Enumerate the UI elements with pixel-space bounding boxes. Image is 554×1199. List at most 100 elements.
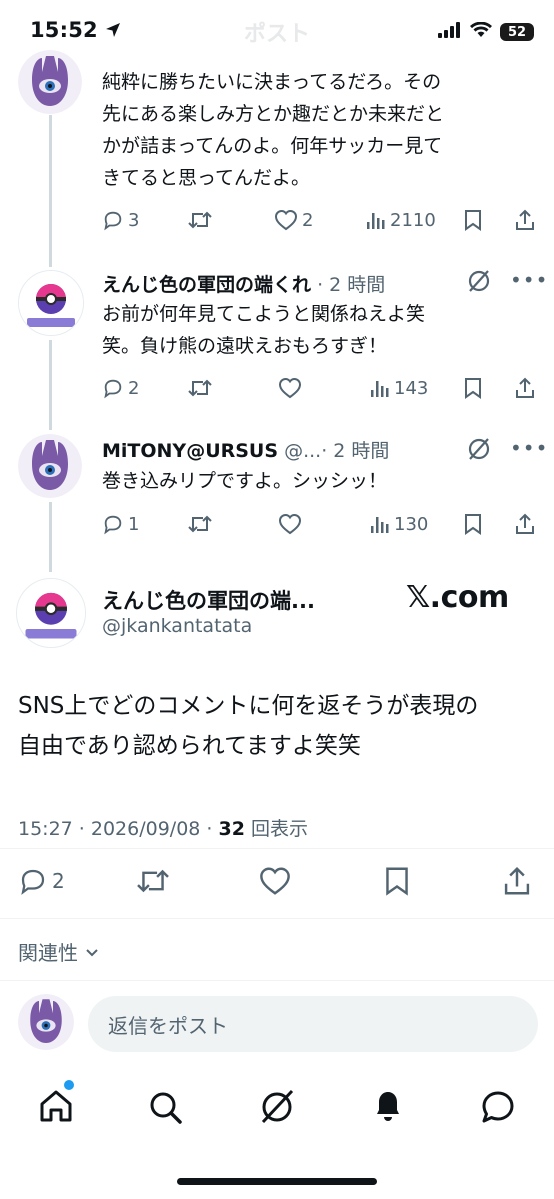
views-icon bbox=[371, 381, 389, 397]
grok-icon[interactable] bbox=[466, 436, 492, 466]
share-button[interactable] bbox=[502, 866, 532, 896]
divider bbox=[0, 848, 554, 849]
views-count: 32 bbox=[218, 818, 245, 840]
location-icon bbox=[105, 18, 121, 42]
nav-notifications[interactable] bbox=[368, 1086, 408, 1130]
tweet-actions: 2 143 bbox=[102, 374, 538, 402]
views-count: 143 bbox=[394, 377, 429, 399]
divider bbox=[0, 980, 554, 981]
repost-icon bbox=[188, 515, 212, 533]
nav-messages[interactable] bbox=[478, 1088, 518, 1132]
views-icon bbox=[371, 517, 389, 533]
heart-icon bbox=[260, 867, 290, 895]
bookmark-icon bbox=[465, 210, 481, 231]
share-button[interactable] bbox=[514, 377, 536, 399]
repost-button[interactable] bbox=[188, 209, 212, 231]
like-button[interactable]: 2 bbox=[274, 209, 313, 231]
tweet-header: MiTONY@URSUS @...· 2 時間 bbox=[102, 436, 389, 463]
divider bbox=[0, 918, 554, 919]
main-post-text: SNS上でどのコメントに何を返そうが表現の 自由であり認められてますよ笑笑 bbox=[18, 686, 543, 766]
author-name[interactable]: えんじ色の軍団の端くれ bbox=[102, 274, 311, 296]
share-icon bbox=[504, 866, 530, 895]
bookmark-button[interactable] bbox=[384, 866, 410, 896]
reply-count: 2 bbox=[128, 377, 140, 399]
bookmark-button[interactable] bbox=[464, 377, 482, 399]
avatar[interactable] bbox=[18, 50, 82, 114]
watermark: 𝕏.com bbox=[406, 580, 509, 615]
main-author-name[interactable]: えんじ色の軍団の端... bbox=[102, 585, 315, 615]
chevron-down-icon bbox=[86, 948, 98, 956]
views-count: 130 bbox=[394, 513, 429, 535]
repost-button[interactable] bbox=[136, 866, 170, 896]
home-indicator bbox=[177, 1178, 377, 1185]
reply-button[interactable]: 3 bbox=[102, 209, 139, 231]
reply-button[interactable]: 2 bbox=[102, 377, 139, 399]
tweet-text: 純粋に勝ちたいに決まってるだろ。その 先にある楽しみ方とか趣だとか未来だと かが… bbox=[102, 66, 532, 194]
bookmark-button[interactable] bbox=[464, 209, 482, 231]
sort-dropdown[interactable]: 関連性 bbox=[18, 937, 100, 966]
views-label: 回表示 bbox=[251, 818, 309, 840]
heart-icon bbox=[274, 209, 298, 231]
reply-icon bbox=[104, 211, 122, 231]
notification-dot bbox=[64, 1080, 74, 1090]
tweet-text-line: かが詰まってんのよ。何年サッカー見て bbox=[102, 135, 443, 157]
thread-line bbox=[49, 502, 52, 572]
like-button[interactable] bbox=[278, 513, 302, 535]
tweet-text-line: きてると思ってんだよ。 bbox=[102, 167, 311, 189]
like-button[interactable] bbox=[258, 866, 292, 896]
main-post-text-line: SNS上でどのコメントに何を返そうが表現の bbox=[18, 693, 479, 719]
more-icon[interactable]: ••• bbox=[510, 436, 548, 460]
post-timestamp: 15:27 · 2026/09/08 · bbox=[18, 818, 213, 840]
status-icons: 52 bbox=[438, 21, 534, 42]
reply-icon bbox=[21, 869, 45, 895]
share-icon bbox=[516, 209, 534, 230]
bookmark-icon bbox=[386, 867, 408, 896]
more-icon[interactable]: ••• bbox=[510, 268, 548, 292]
repost-icon bbox=[188, 379, 212, 397]
share-icon bbox=[516, 513, 534, 534]
nav-home[interactable] bbox=[36, 1080, 76, 1130]
views-button[interactable]: 143 bbox=[370, 378, 428, 399]
reply-icon bbox=[104, 379, 122, 399]
share-icon bbox=[516, 377, 534, 398]
repost-icon bbox=[188, 211, 212, 229]
nav-search[interactable] bbox=[146, 1088, 186, 1132]
avatar[interactable] bbox=[18, 434, 82, 498]
reply-button[interactable]: 2 bbox=[18, 866, 65, 896]
thread-line bbox=[49, 115, 52, 267]
author-name[interactable]: MiTONY@URSUS bbox=[102, 440, 278, 462]
tweet-time: · 2 時間 bbox=[317, 274, 386, 296]
tweet-text: 巻き込みリプですよ。シッシッ！ bbox=[102, 465, 532, 497]
tweet-actions: 3 2 2110 bbox=[102, 206, 538, 234]
views-button[interactable]: 130 bbox=[370, 514, 428, 535]
repost-button[interactable] bbox=[188, 513, 212, 535]
repost-icon bbox=[137, 869, 169, 893]
search-icon bbox=[150, 1092, 182, 1124]
avatar[interactable] bbox=[18, 270, 84, 336]
tweet-text-line: 純粋に勝ちたいに決まってるだろ。その bbox=[102, 71, 442, 93]
share-button[interactable] bbox=[514, 209, 536, 231]
repost-button[interactable] bbox=[188, 377, 212, 399]
battery-icon: 52 bbox=[500, 23, 534, 41]
bookmark-button[interactable] bbox=[464, 513, 482, 535]
grok-icon[interactable] bbox=[466, 268, 492, 298]
tweet-actions: 1 130 bbox=[102, 510, 538, 538]
avatar[interactable] bbox=[16, 578, 86, 648]
views-button[interactable]: 2110 bbox=[366, 210, 436, 231]
tweet-time: · 2 時間 bbox=[321, 440, 390, 462]
like-button[interactable] bbox=[278, 377, 302, 399]
tweet-text-line: 先にある楽しみ方とか趣だとか未来だと bbox=[102, 103, 445, 125]
heart-icon bbox=[278, 377, 302, 399]
tweet-text-line: 巻き込みリプですよ。シッシッ！ bbox=[102, 470, 388, 492]
reply-button[interactable]: 1 bbox=[102, 513, 139, 535]
share-button[interactable] bbox=[514, 513, 536, 535]
views-icon bbox=[367, 213, 385, 229]
tweet-text-line: 笑。負け熊の遠吠えおもろすぎ！ bbox=[102, 335, 388, 357]
status-time-text: 15:52 bbox=[30, 18, 98, 42]
reply-placeholder: 返信をポスト bbox=[108, 1013, 228, 1038]
main-author-handle: @jkankantatata bbox=[102, 615, 253, 637]
reply-input[interactable]: 返信をポスト bbox=[88, 996, 538, 1052]
tweet-text-line: お前が何年見てこようと関係ねえよ笑 bbox=[102, 303, 426, 325]
nav-grok[interactable] bbox=[256, 1086, 298, 1132]
signal-icon bbox=[438, 22, 462, 42]
